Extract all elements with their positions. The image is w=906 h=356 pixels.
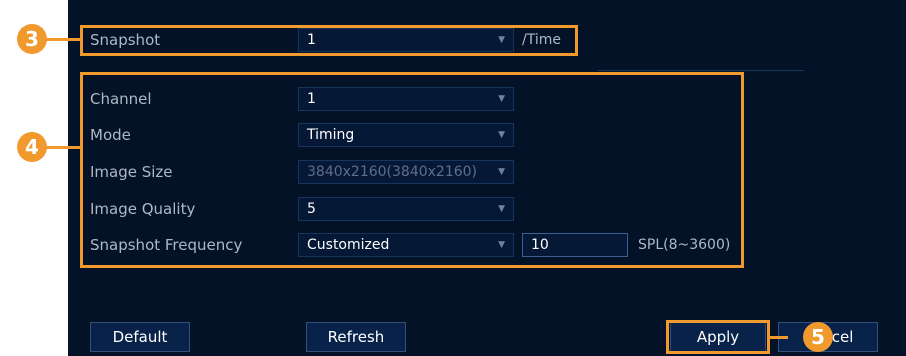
refresh-button[interactable]: Refresh bbox=[306, 322, 406, 352]
callout-connector bbox=[45, 38, 81, 41]
highlight-box-settings bbox=[80, 72, 744, 268]
highlight-box-snapshot bbox=[80, 25, 578, 56]
default-button[interactable]: Default bbox=[90, 322, 190, 352]
highlight-box-apply bbox=[666, 320, 770, 354]
callout-badge-3: 3 bbox=[17, 24, 47, 54]
callout-badge-4: 4 bbox=[17, 132, 47, 162]
callout-connector bbox=[45, 146, 81, 149]
callout-connector bbox=[768, 336, 788, 339]
divider bbox=[598, 70, 804, 71]
callout-badge-5: 5 bbox=[803, 322, 833, 352]
